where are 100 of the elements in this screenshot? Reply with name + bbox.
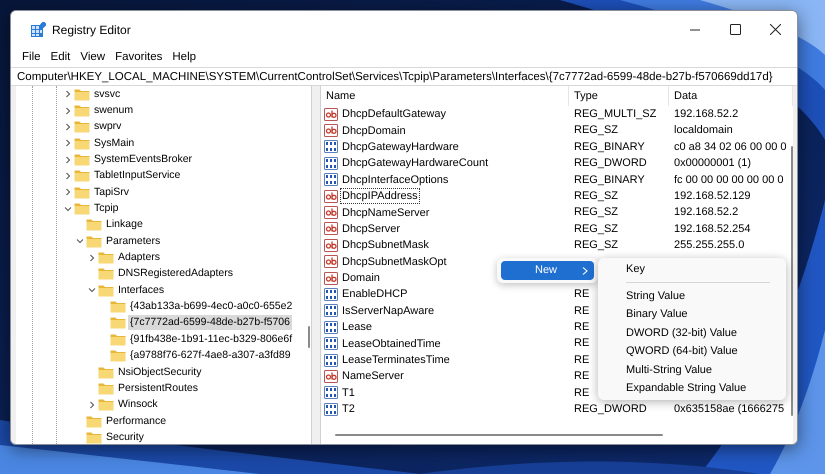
binary-value-icon <box>324 304 338 318</box>
binary-value-icon <box>324 320 338 334</box>
value-name[interactable]: IsServerNapAware <box>340 302 436 319</box>
menu-item[interactable]: Favorites <box>110 48 168 67</box>
string-value-icon <box>324 238 338 252</box>
tree-item[interactable]: Winsock <box>116 397 160 412</box>
menu-item[interactable]: DWORD (32-bit) Value <box>602 324 782 342</box>
tree-item[interactable]: {a9788f76-627f-4ae8-a307-a3fd89 <box>128 348 293 364</box>
menu-item[interactable]: Key <box>602 260 782 278</box>
value-type: RE <box>574 370 590 382</box>
menu-item[interactable]: Binary Value <box>602 305 782 324</box>
column-header[interactable]: Data <box>669 86 793 106</box>
folder-icon <box>86 430 102 444</box>
menu-item[interactable]: Edit <box>46 48 76 67</box>
value-data: 192.168.52.254 <box>674 222 750 235</box>
string-value-icon <box>324 222 338 236</box>
value-name[interactable]: DhcpSubnetMaskOpt <box>340 254 449 270</box>
scrollbar-thumb[interactable] <box>308 326 310 348</box>
menu-item[interactable]: Multi-String Value <box>602 360 782 379</box>
tree-item[interactable]: Interfaces <box>116 282 166 298</box>
value-type: RE <box>574 321 590 334</box>
menu-item[interactable]: Expandable String Value <box>602 379 782 398</box>
value-type: RE <box>574 337 590 350</box>
value-name[interactable]: DhcpDomain <box>340 122 408 139</box>
binary-value-icon <box>324 337 338 350</box>
value-name[interactable]: EnableDHCP <box>340 286 410 302</box>
value-name[interactable]: DhcpGatewayHardwareCount <box>340 155 490 172</box>
value-data: 0x00000001 (1) <box>674 157 752 170</box>
tree-item[interactable]: SysMain <box>92 136 136 151</box>
tree-item[interactable]: {91fb438e-1b91-11ec-b329-806e6f <box>128 332 294 347</box>
folder-icon <box>74 186 90 199</box>
string-value-icon <box>324 272 338 285</box>
maximize-icon <box>730 24 740 35</box>
value-type: RE <box>574 386 590 399</box>
value-data: 0x635158ae (1666275 <box>674 402 784 415</box>
binary-value-icon <box>324 288 338 301</box>
value-name[interactable]: DhcpDefaultGateway <box>340 106 448 122</box>
value-data: c0 a8 34 02 06 00 00 0 <box>674 140 787 153</box>
binary-value-icon <box>324 354 338 367</box>
tree-item[interactable]: Performance <box>104 414 168 429</box>
value-name[interactable]: DhcpNameServer <box>340 204 432 221</box>
binary-value-icon <box>324 140 338 154</box>
menu-item[interactable]: View <box>75 48 110 67</box>
scrollbar-thumb[interactable] <box>335 434 663 436</box>
tree-item[interactable]: NsiObjectSecurity <box>116 364 204 380</box>
menu-item[interactable]: Help <box>167 48 202 67</box>
value-name[interactable]: Lease <box>340 319 374 336</box>
folder-icon <box>98 284 114 297</box>
chevron-icon <box>582 266 588 274</box>
folder-icon <box>74 88 90 101</box>
tree-item[interactable]: swenum <box>92 103 136 118</box>
string-value-icon <box>324 255 338 268</box>
folder-icon <box>110 332 126 346</box>
value-name[interactable]: T1 <box>340 384 357 401</box>
tree-item[interactable]: PersistentRoutes <box>116 380 200 396</box>
tree-item[interactable]: swprv <box>92 119 124 134</box>
value-name[interactable]: NameServer <box>340 368 406 384</box>
tree-item[interactable]: SystemEventsBroker <box>92 152 194 168</box>
column-header[interactable]: Name <box>321 86 569 106</box>
value-name[interactable]: Domain <box>340 270 382 286</box>
value-type: REG_DWORD <box>574 402 647 415</box>
tree-item[interactable]: TabletInputService <box>92 168 182 184</box>
folder-icon <box>98 398 114 412</box>
tree-item[interactable]: {7c7772ad-6599-48de-b27b-f5706 <box>128 315 292 330</box>
value-name[interactable]: DhcpServer <box>340 220 402 237</box>
tree-item[interactable]: Adapters <box>116 250 162 266</box>
folder-icon <box>74 153 90 166</box>
value-name[interactable]: LeaseObtainedTime <box>340 336 443 352</box>
tree-item[interactable]: Parameters <box>104 234 162 249</box>
tree-item[interactable]: DNSRegisteredAdapters <box>116 266 235 282</box>
folder-icon <box>74 169 90 182</box>
folder-icon <box>74 136 90 150</box>
tree-item[interactable]: svsvc <box>92 86 122 102</box>
address-bar[interactable]: Computer\HKEY_LOCAL_MACHINE\SYSTEM\CurrentControlSet\Services\Tcpip\Parameters\Interfaces\{7c7772ad-6599-48de-b27b-f570669dd17d} <box>11 67 797 86</box>
value-type: REG_MULTI_SZ <box>574 108 656 120</box>
menu-item[interactable]: New <box>501 261 594 280</box>
folder-icon <box>110 300 126 314</box>
menu-item[interactable]: String Value <box>602 286 782 305</box>
value-name[interactable]: DhcpGatewayHardware <box>340 138 461 155</box>
tree-item[interactable]: TapiSrv <box>92 184 132 200</box>
value-name[interactable]: DhcpInterfaceOptions <box>340 172 450 188</box>
value-data: 192.168.52.129 <box>674 190 750 202</box>
value-name[interactable]: T2 <box>340 401 357 418</box>
tree-item[interactable]: Security <box>104 430 146 444</box>
menu-item[interactable]: QWORD (64-bit) Value <box>602 342 782 360</box>
folder-icon <box>74 120 90 134</box>
value-name[interactable]: DhcpIPAddress <box>340 188 420 204</box>
value-data: localdomain <box>674 124 733 136</box>
value-name[interactable]: DhcpSubnetMask <box>340 237 431 254</box>
tree-item[interactable]: Linkage <box>104 217 145 232</box>
value-type: REG_SZ <box>574 206 618 218</box>
string-value-icon <box>324 206 338 220</box>
string-value-icon <box>324 190 338 203</box>
tree-item[interactable]: Tcpip <box>92 201 121 216</box>
value-name[interactable]: LeaseTerminatesTime <box>340 352 452 368</box>
tree-item[interactable]: {43ab133a-b699-4ec0-a0c0-655e2 <box>128 299 294 314</box>
menu-item[interactable]: File <box>17 48 46 67</box>
column-header[interactable]: Type <box>569 86 669 106</box>
value-type: REG_DWORD <box>574 157 647 170</box>
scrollbar-thumb[interactable] <box>791 146 793 416</box>
